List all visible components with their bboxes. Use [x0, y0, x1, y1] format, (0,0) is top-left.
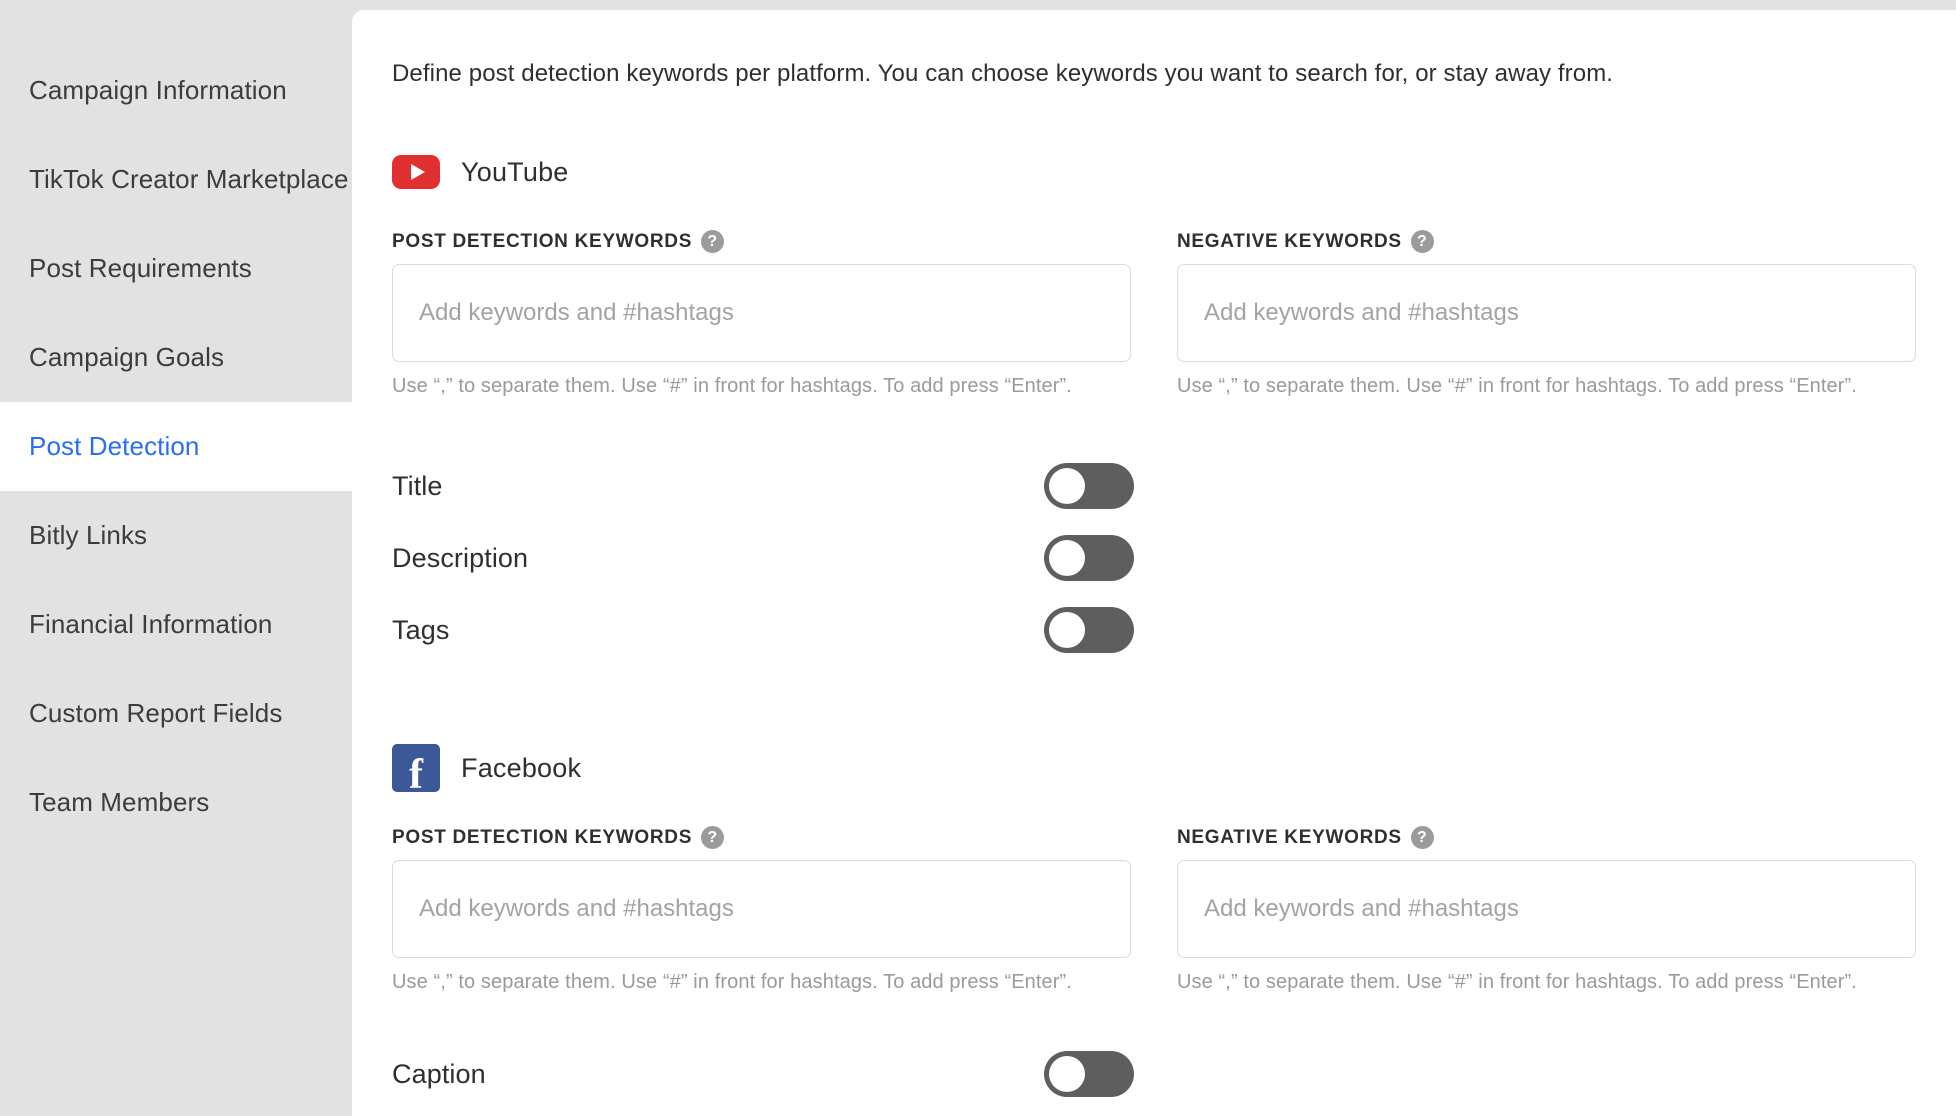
hint-youtube-negative-keywords: Use “,” to separate them. Use “#” in fro… [1177, 375, 1857, 398]
input-youtube-negative-keywords[interactable] [1177, 264, 1916, 363]
toggle-knob [1049, 468, 1085, 505]
platform-name-facebook: Facebook [461, 752, 582, 783]
hint-facebook-negative-keywords: Use “,” to separate them. Use “#” in fro… [1177, 971, 1857, 994]
label-text: NEGATIVE KEYWORDS [1177, 826, 1402, 848]
toggle-row-tags: Tags [392, 594, 1916, 666]
help-icon[interactable]: ? [701, 826, 725, 850]
label-youtube-negative-keywords: NEGATIVE KEYWORDS ? [1177, 230, 1916, 254]
panel-description: Define post detection keywords per platf… [392, 60, 1614, 87]
toggle-label-tags: Tags [392, 614, 450, 645]
label-youtube-post-detection-keywords: POST DETECTION KEYWORDS ? [392, 230, 1131, 254]
settings-sidebar: Campaign Information TikTok Creator Mark… [0, 0, 352, 1116]
platform-header-facebook: f Facebook [392, 744, 1916, 793]
help-icon[interactable]: ? [1410, 826, 1434, 850]
platform-section-youtube: YouTube POST DETECTION KEYWORDS ? Use “,… [392, 150, 1916, 666]
toggle-row-caption: Caption [392, 1038, 1916, 1110]
facebook-icon-glyph: f [409, 752, 423, 793]
label-text: NEGATIVE KEYWORDS [1177, 230, 1402, 252]
keyword-fields-facebook: POST DETECTION KEYWORDS ? Use “,” to sep… [392, 826, 1916, 994]
field-group-youtube-negative-keywords: NEGATIVE KEYWORDS ? Use “,” to separate … [1177, 230, 1916, 398]
sidebar-item-team-members[interactable]: Team Members [0, 758, 352, 847]
platform-section-facebook: f Facebook POST DETECTION KEYWORDS ? Use… [392, 744, 1916, 1110]
sidebar-item-tiktok-creator-marketplace[interactable]: TikTok Creator Marketplace [0, 135, 352, 224]
toggle-caption[interactable] [1044, 1051, 1134, 1098]
field-group-youtube-post-detection-keywords: POST DETECTION KEYWORDS ? Use “,” to sep… [392, 230, 1131, 398]
sidebar-item-campaign-goals[interactable]: Campaign Goals [0, 313, 352, 402]
toggle-rows-facebook: Caption [392, 1038, 1916, 1110]
toggle-row-description: Description [392, 522, 1916, 594]
label-text: POST DETECTION KEYWORDS [392, 826, 693, 848]
toggle-knob [1049, 612, 1085, 649]
toggle-description[interactable] [1044, 535, 1134, 582]
input-youtube-post-detection-keywords[interactable] [392, 264, 1131, 363]
toggle-row-title: Title [392, 450, 1916, 522]
label-text: POST DETECTION KEYWORDS [392, 230, 693, 252]
content-backdrop: Define post detection keywords per platf… [352, 0, 1956, 1116]
post-detection-panel: Define post detection keywords per platf… [352, 10, 1956, 1116]
input-facebook-negative-keywords[interactable] [1177, 860, 1916, 959]
field-group-facebook-post-detection-keywords: POST DETECTION KEYWORDS ? Use “,” to sep… [392, 826, 1131, 994]
sidebar-item-post-detection[interactable]: Post Detection [0, 402, 352, 491]
input-facebook-post-detection-keywords[interactable] [392, 860, 1131, 959]
keyword-fields-youtube: POST DETECTION KEYWORDS ? Use “,” to sep… [392, 230, 1916, 398]
field-group-facebook-negative-keywords: NEGATIVE KEYWORDS ? Use “,” to separate … [1177, 826, 1916, 994]
sidebar-item-custom-report-fields[interactable]: Custom Report Fields [0, 669, 352, 758]
toggle-tags[interactable] [1044, 607, 1134, 654]
toggle-label-title: Title [392, 470, 443, 501]
platform-name-youtube: YouTube [461, 156, 569, 187]
hint-youtube-post-detection-keywords: Use “,” to separate them. Use “#” in fro… [392, 375, 1072, 398]
toggle-label-caption: Caption [392, 1058, 486, 1089]
toggle-rows-youtube: Title Description Tags [392, 450, 1916, 666]
toggle-knob [1049, 540, 1085, 577]
toggle-label-description: Description [392, 542, 529, 573]
label-facebook-post-detection-keywords: POST DETECTION KEYWORDS ? [392, 826, 1131, 850]
hint-facebook-post-detection-keywords: Use “,” to separate them. Use “#” in fro… [392, 971, 1072, 994]
panel-inner: Define post detection keywords per platf… [352, 10, 1956, 1110]
sidebar-item-campaign-information[interactable]: Campaign Information [0, 46, 352, 135]
sidebar-nav-list: Campaign Information TikTok Creator Mark… [0, 0, 352, 847]
youtube-icon [392, 155, 440, 190]
help-icon[interactable]: ? [1410, 230, 1434, 254]
platform-header-youtube: YouTube [392, 150, 1916, 194]
sidebar-item-bitly-links[interactable]: Bitly Links [0, 491, 352, 580]
sidebar-item-financial-information[interactable]: Financial Information [0, 580, 352, 669]
toggle-title[interactable] [1044, 463, 1134, 510]
help-icon[interactable]: ? [701, 230, 725, 254]
toggle-knob [1049, 1056, 1085, 1093]
page-root: Campaign Information TikTok Creator Mark… [0, 0, 1956, 1116]
facebook-icon: f [392, 744, 440, 793]
label-facebook-negative-keywords: NEGATIVE KEYWORDS ? [1177, 826, 1916, 850]
sidebar-item-post-requirements[interactable]: Post Requirements [0, 224, 352, 313]
